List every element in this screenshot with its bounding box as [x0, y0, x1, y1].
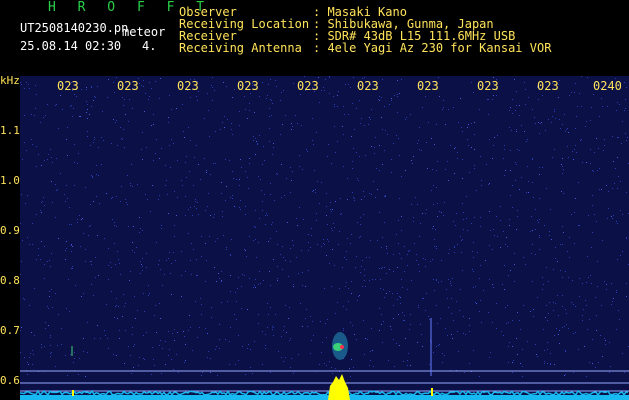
y-tick-label: 1.0	[0, 174, 20, 187]
x-tick-label: 0240	[593, 79, 622, 93]
filename-label: UT2508140230.pn	[20, 21, 129, 35]
y-tick-label: 0.7	[0, 324, 20, 337]
meteor-echo-peak	[340, 345, 344, 349]
noise-layer	[20, 76, 629, 377]
y-unit-label: kHz	[0, 74, 20, 87]
burst-peak	[328, 374, 350, 400]
burst-tick	[72, 390, 74, 396]
x-tick-label: 023	[237, 79, 259, 93]
spectrogram-panel	[20, 76, 629, 400]
x-tick-label: 023	[357, 79, 379, 93]
y-tick-label: 0.6	[0, 374, 20, 387]
x-tick-label: 023	[177, 79, 199, 93]
y-tick-label: 0.9	[0, 224, 20, 237]
mode-label: meteor	[122, 25, 166, 39]
baseline-trace	[20, 389, 629, 397]
x-tick-label: 023	[477, 79, 499, 93]
burst-tick	[431, 388, 433, 396]
y-tick-label: 1.1	[0, 124, 20, 137]
x-tick-label: 023	[57, 79, 79, 93]
datetime-label: 25.08.14 02:30	[20, 39, 122, 53]
spectrogram-canvas	[20, 76, 629, 400]
x-tick-label: 023	[417, 79, 439, 93]
x-tick-label: 023	[117, 79, 139, 93]
hrofft-window: H R O F F T UT2508140230.pn meteor 25.08…	[0, 0, 629, 400]
x-tick-label: 023	[537, 79, 559, 93]
x-tick-label: 023	[297, 79, 319, 93]
antenna-label: Receiving Antenna	[179, 41, 302, 55]
antenna-value: : 4ele Yagi Az 230 for Kansai VOR	[313, 41, 552, 55]
count-label: 4.	[142, 39, 157, 53]
baseline-band	[20, 395, 629, 400]
y-tick-label: 0.8	[0, 274, 20, 287]
